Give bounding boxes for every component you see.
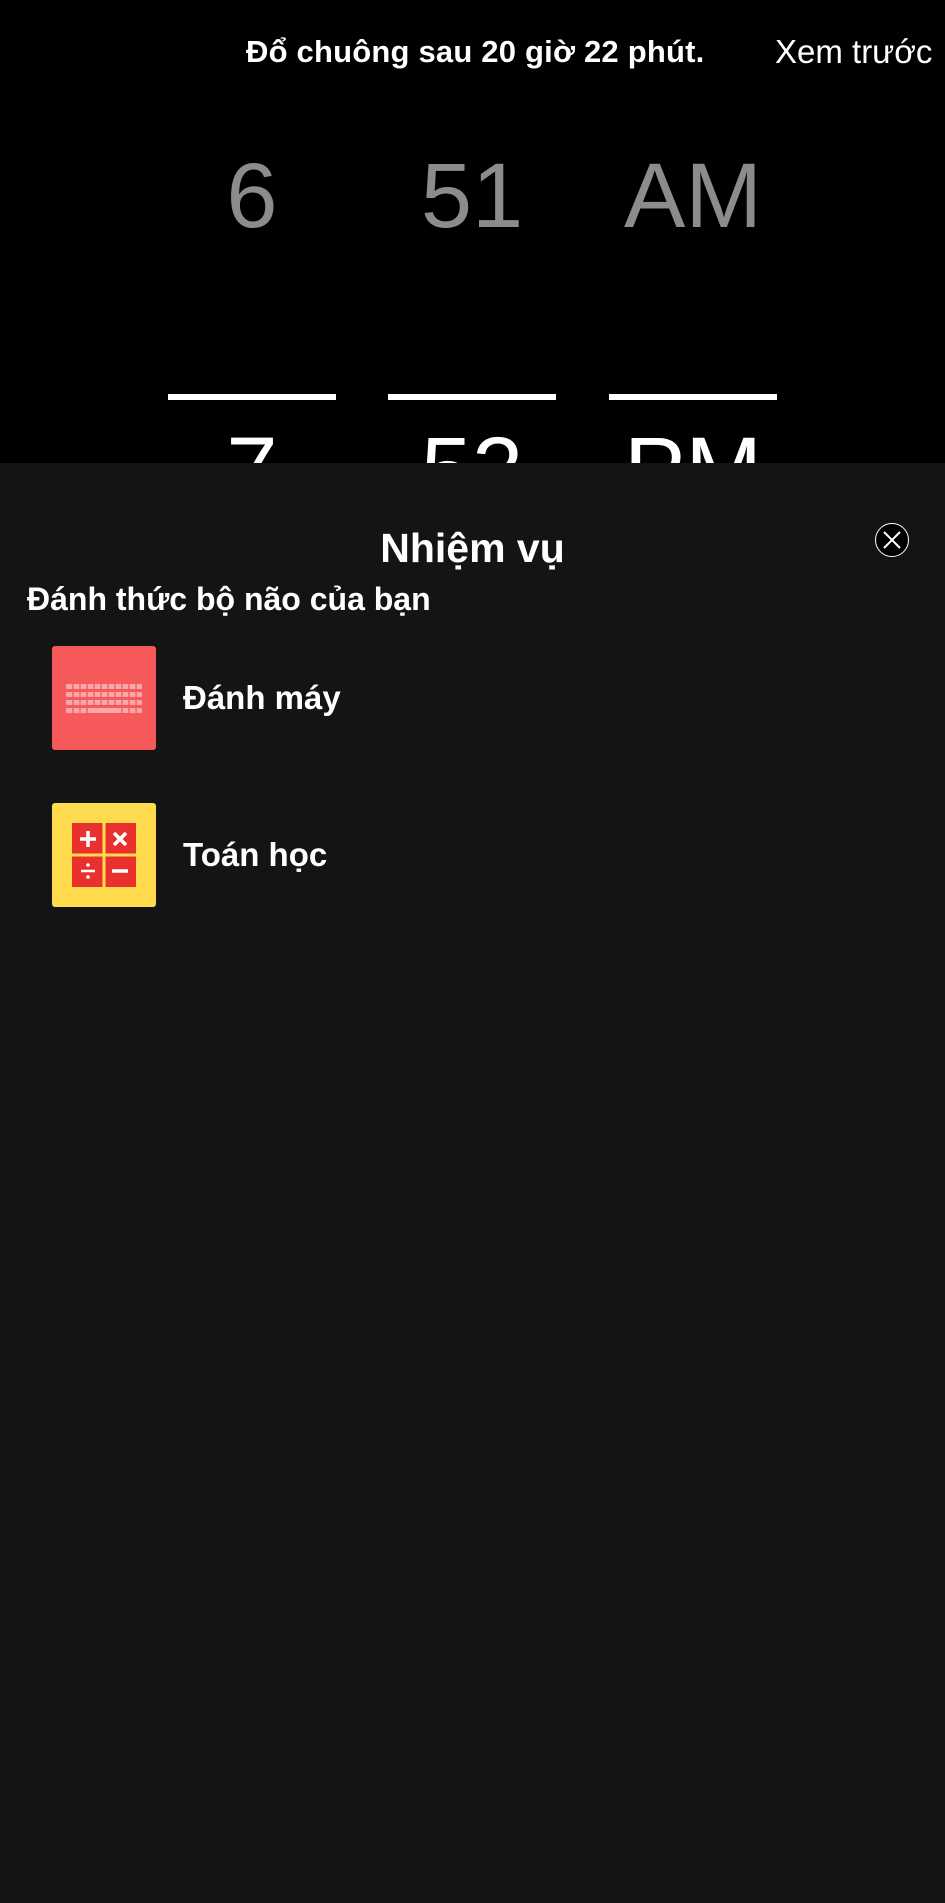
close-button[interactable]	[875, 523, 909, 557]
mission-label-math: Toán học	[183, 836, 328, 873]
hour-wheel[interactable]: 6 7	[168, 0, 336, 470]
mission-item-math[interactable]: Toán học	[52, 803, 912, 907]
mission-item-typing[interactable]: Đánh máy	[52, 646, 912, 750]
ampm-previous-value[interactable]: AM	[609, 150, 777, 242]
alarm-time-area: Đổ chuông sau 20 giờ 22 phút. Xem trước …	[0, 0, 945, 470]
minute-selected-value[interactable]: 52	[388, 424, 556, 463]
minute-selected-clip: 52	[388, 400, 556, 463]
hour-selected-value[interactable]: 7	[168, 424, 336, 463]
mission-label-typing: Đánh máy	[183, 679, 341, 716]
keyboard-icon-box	[52, 646, 156, 750]
mission-sheet: Nhiệm vụ Đánh thức bộ não của bạn Đánh m…	[0, 463, 945, 1903]
section-title: Đánh thức bộ não của bạn	[27, 581, 431, 617]
calculator-icon-box	[52, 803, 156, 907]
hour-previous-value[interactable]: 6	[168, 150, 336, 242]
time-picker: 6 7 51 52 AM PM	[0, 0, 945, 470]
ampm-selected-value[interactable]: PM	[609, 424, 777, 463]
sheet-title: Nhiệm vụ	[380, 525, 565, 571]
hour-selected-clip: 7	[168, 400, 336, 463]
ampm-wheel[interactable]: AM PM	[609, 0, 777, 470]
minute-wheel[interactable]: 51 52	[388, 0, 556, 470]
close-icon	[883, 531, 901, 549]
ampm-selected-clip: PM	[609, 400, 777, 463]
calculator-icon	[72, 823, 136, 887]
keyboard-icon	[66, 683, 142, 714]
minute-previous-value[interactable]: 51	[388, 150, 556, 242]
